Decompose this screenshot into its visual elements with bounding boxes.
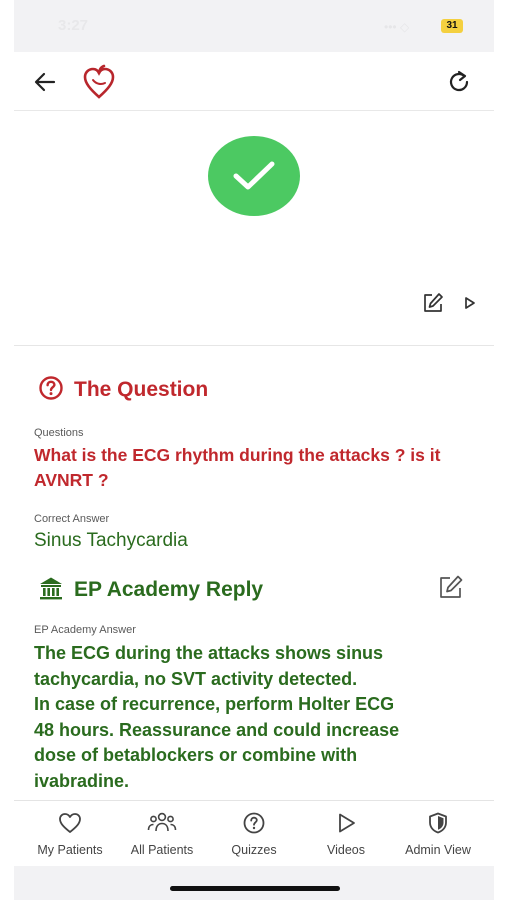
tab-my-patients[interactable]: My Patients xyxy=(22,811,118,857)
tab-videos[interactable]: Videos xyxy=(298,811,394,857)
tab-label: Videos xyxy=(327,843,365,857)
home-indicator[interactable] xyxy=(170,886,340,891)
reply-section-title: EP Academy Reply xyxy=(74,578,264,601)
refresh-icon[interactable] xyxy=(445,68,473,96)
tab-admin-view[interactable]: Admin View xyxy=(390,811,486,857)
tab-label: Admin View xyxy=(405,843,471,857)
success-checkmark-icon xyxy=(208,136,300,216)
play-icon[interactable] xyxy=(463,295,477,311)
tab-label: My Patients xyxy=(37,843,103,857)
home-indicator-area xyxy=(14,866,494,900)
tab-all-patients[interactable]: All Patients xyxy=(114,811,210,857)
bottom-tab-bar: My Patients All Patients Quizzes Videos … xyxy=(14,800,494,867)
ep-academy-answer-text: The ECG during the attacks shows sinus t… xyxy=(34,641,484,795)
institution-icon xyxy=(38,575,64,606)
section-divider xyxy=(14,345,494,346)
correct-answer-value: Sinus Tachycardia xyxy=(34,530,188,551)
back-arrow-icon[interactable] xyxy=(32,69,58,95)
reply-header: EP Academy Reply xyxy=(38,575,263,605)
shield-icon xyxy=(429,812,447,834)
signal-indicator: ••• ◇ xyxy=(384,20,410,34)
questions-label: Questions xyxy=(34,427,84,439)
edit-icon[interactable] xyxy=(422,292,444,314)
status-time: 3:27 xyxy=(58,17,89,34)
question-circle-icon xyxy=(38,375,64,406)
ep-academy-answer-label: EP Academy Answer xyxy=(34,624,136,636)
top-app-bar xyxy=(14,52,494,111)
question-circle-icon xyxy=(243,812,265,834)
tab-label: Quizzes xyxy=(231,843,277,857)
heart-logo-icon xyxy=(82,64,116,100)
question-header: The Question xyxy=(38,375,208,405)
people-icon xyxy=(147,812,177,832)
answer-line: ivabradine. xyxy=(34,770,130,791)
edit-reply-icon[interactable] xyxy=(438,574,464,600)
question-text: What is the ECG rhythm during the attack… xyxy=(34,445,441,490)
answer-line: dose of betablockers or combine with xyxy=(34,745,358,766)
answer-line: tachycardia, no SVT activity detected. xyxy=(34,668,358,689)
app-screen: 3:27 ••• ◇ 31 The Question Questions Wha… xyxy=(14,0,494,900)
status-bar: 3:27 ••• ◇ 31 xyxy=(14,0,494,52)
answer-line: In case of recurrence, perform Holter EC… xyxy=(34,694,395,715)
tab-label: All Patients xyxy=(130,843,194,857)
question-section-title: The Question xyxy=(74,378,209,401)
answer-line: 48 hours. Reassurance and could increase xyxy=(34,719,400,740)
correct-answer-label: Correct Answer xyxy=(34,513,110,525)
heart-icon xyxy=(59,813,81,833)
tab-quizzes[interactable]: Quizzes xyxy=(206,811,302,857)
battery-indicator: 31 xyxy=(441,19,463,33)
answer-line: The ECG during the attacks shows sinus xyxy=(34,643,384,663)
play-icon xyxy=(339,813,355,833)
